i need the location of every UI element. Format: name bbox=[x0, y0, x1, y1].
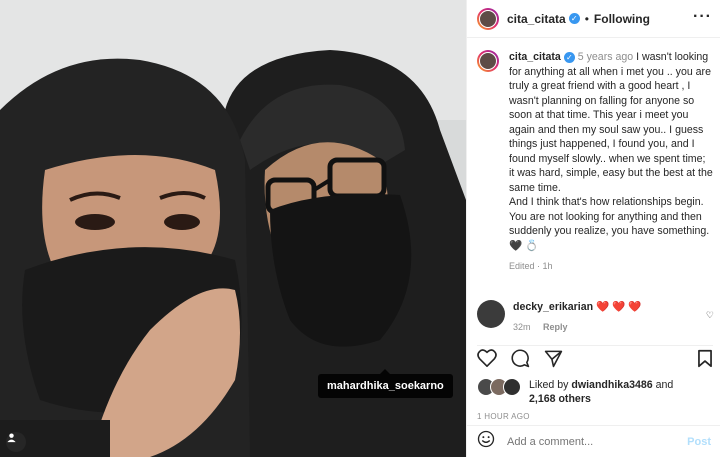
more-icon[interactable]: ··· bbox=[693, 8, 712, 26]
likes-user[interactable]: dwiandhika3486 bbox=[571, 379, 652, 391]
caption-text: cita_citata ✓ 5 years ago I wasn't lookin… bbox=[509, 50, 713, 253]
comment-input[interactable] bbox=[505, 434, 688, 449]
bookmark-icon[interactable] bbox=[697, 349, 713, 373]
comment-avatar[interactable] bbox=[477, 300, 505, 328]
photo-user-tag[interactable]: mahardhika_soekarno bbox=[318, 369, 453, 398]
user-glyph bbox=[7, 433, 16, 443]
caption: cita_citata ✓ 5 years ago I wasn't lookin… bbox=[477, 50, 713, 271]
add-comment-bar: Post bbox=[467, 425, 720, 457]
comment-text: ❤️ ❤️ ❤️ bbox=[596, 301, 642, 313]
likes-and: and bbox=[652, 379, 674, 391]
avatar[interactable] bbox=[477, 7, 499, 30]
action-bar bbox=[477, 345, 713, 368]
following-button[interactable]: Following bbox=[594, 12, 650, 26]
post-timestamp[interactable]: 1 HOUR AGO bbox=[477, 412, 530, 421]
comment-item: decky_erikarian ❤️ ❤️ ❤️ 32m Reply bbox=[477, 300, 713, 332]
caption-username[interactable]: cita_citata bbox=[509, 51, 561, 63]
share-icon[interactable] bbox=[544, 349, 563, 373]
likes-prefix: Liked by bbox=[529, 379, 572, 391]
likes-summary: Liked by dwiandhika3486 and 2,168 others bbox=[477, 378, 673, 406]
post-header: cita_citata ✓ • Following ··· bbox=[467, 0, 720, 38]
comment-reply-button[interactable]: Reply bbox=[543, 322, 568, 332]
header-username[interactable]: cita_citata bbox=[507, 12, 566, 26]
caption-body: I wasn't looking for anything at all whe… bbox=[509, 51, 713, 194]
post-side-panel: cita_citata ✓ • Following ··· cita_citat… bbox=[466, 0, 720, 457]
caption-ago: 5 years ago bbox=[577, 51, 634, 63]
header-separator: • bbox=[584, 11, 589, 26]
post-comment-button[interactable]: Post bbox=[687, 436, 711, 448]
caption-emoji: 🖤 💍 bbox=[509, 239, 539, 252]
post-photo[interactable]: mahardhika_soekarno bbox=[0, 0, 466, 457]
caption-avatar[interactable] bbox=[477, 50, 499, 72]
verified-badge-icon: ✓ bbox=[563, 51, 575, 63]
user-icon[interactable] bbox=[6, 432, 26, 452]
comment-like-icon[interactable]: ♡ bbox=[706, 310, 714, 321]
comment-time: 32m bbox=[513, 322, 531, 332]
caption-edited: Edited · 1h bbox=[509, 261, 553, 271]
likes-count[interactable]: 2,168 others bbox=[529, 393, 591, 405]
comment-icon[interactable] bbox=[511, 349, 530, 373]
liker-avatars[interactable] bbox=[477, 378, 521, 396]
heart-icon[interactable] bbox=[477, 349, 497, 373]
emoji-icon[interactable] bbox=[477, 430, 495, 453]
caption-body-2: And I think that's how relationships beg… bbox=[509, 196, 710, 237]
comment-username[interactable]: decky_erikarian bbox=[513, 301, 593, 313]
verified-badge-icon: ✓ bbox=[568, 13, 580, 24]
